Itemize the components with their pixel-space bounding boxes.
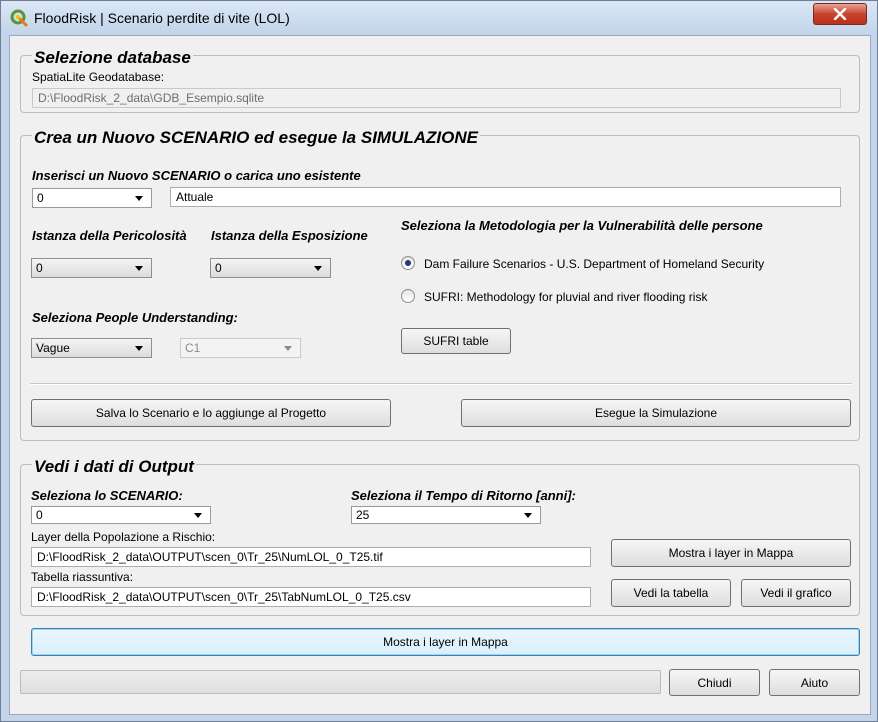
save-scenario-button[interactable]: Salva lo Scenario e lo aggiunge al Proge… (31, 399, 391, 427)
return-period-value: 25 (356, 508, 370, 522)
scenario-name-field[interactable]: Attuale (170, 187, 841, 207)
close-button[interactable]: Chiudi (669, 669, 760, 696)
view-chart-button[interactable]: Vedi il grafico (741, 579, 851, 607)
show-layer-map-button[interactable]: Mostra i layer in Mappa (31, 628, 860, 656)
population-layer-path-field[interactable]: D:\FloodRisk_2_data\OUTPUT\scen_0\Tr_25\… (31, 547, 591, 567)
people-understanding-value: Vague (36, 341, 70, 355)
summary-table-label: Tabella riassuntiva: (31, 570, 134, 584)
scenario-id-value: 0 (37, 191, 44, 205)
output-scenario-label: Seleziona lo SCENARIO: (31, 488, 183, 503)
close-icon (833, 8, 847, 20)
run-simulation-button[interactable]: Esegue la Simulazione (461, 399, 851, 427)
geodatabase-path-field[interactable]: D:\FloodRisk_2_data\GDB_Esempio.sqlite (32, 88, 841, 108)
chevron-down-icon (524, 513, 532, 518)
chevron-down-icon (314, 266, 322, 271)
dialog-client-area: Selezione database SpatiaLite Geodatabas… (9, 35, 871, 715)
hazard-instance-combo[interactable]: 0 (31, 258, 152, 278)
hazard-instance-label: Istanza della Pericolosità (32, 228, 187, 243)
method-sufri-radio[interactable] (401, 289, 415, 303)
exposure-instance-label: Istanza della Esposizione (211, 228, 368, 243)
qgis-logo-icon (10, 9, 28, 27)
window-close-button[interactable] (813, 3, 867, 25)
progress-bar (20, 670, 661, 694)
chevron-down-icon (284, 346, 292, 351)
output-scenario-value: 0 (36, 508, 43, 522)
chevron-down-icon (135, 346, 143, 351)
chevron-down-icon (194, 513, 202, 518)
scenario-group-title: Crea un Nuovo SCENARIO ed esegue la SIMU… (32, 128, 480, 148)
people-understanding-label: Seleziona People Understanding: (32, 310, 238, 325)
return-period-label: Seleziona il Tempo di Ritorno [anni]: (351, 488, 576, 503)
exposure-instance-combo[interactable]: 0 (210, 258, 331, 278)
population-layer-label: Layer della Popolazione a Rischio: (31, 530, 216, 544)
output-group-title: Vedi i dati di Output (32, 457, 196, 477)
method-dam-failure-radio[interactable] (401, 256, 415, 270)
separator-line (30, 383, 852, 385)
view-table-button[interactable]: Vedi la tabella (611, 579, 731, 607)
hazard-instance-value: 0 (36, 261, 43, 275)
output-show-layer-button[interactable]: Mostra i layer in Mappa (611, 539, 851, 567)
insert-scenario-label: Inserisci un Nuovo SCENARIO o carica uno… (32, 168, 361, 183)
people-understanding-combo[interactable]: Vague (31, 338, 152, 358)
method-sufri-label[interactable]: SUFRI: Methodology for pluvial and river… (424, 290, 707, 304)
vulnerability-method-label: Seleziona la Metodologia per la Vulnerab… (401, 218, 763, 233)
help-button[interactable]: Aiuto (769, 669, 860, 696)
method-dam-failure-label[interactable]: Dam Failure Scenarios - U.S. Department … (424, 257, 764, 271)
output-scenario-combo[interactable]: 0 (31, 506, 211, 524)
dialog-window: FloodRisk | Scenario perdite di vite (LO… (0, 0, 878, 722)
database-group-title: Selezione database (32, 48, 193, 68)
summary-table-path-field[interactable]: D:\FloodRisk_2_data\OUTPUT\scen_0\Tr_25\… (31, 587, 591, 607)
geodatabase-label: SpatiaLite Geodatabase: (32, 70, 165, 84)
understanding-code-value: C1 (185, 341, 201, 355)
chevron-down-icon (135, 196, 143, 201)
title-bar: FloodRisk | Scenario perdite di vite (LO… (1, 1, 877, 35)
sufri-table-button[interactable]: SUFRI table (401, 328, 511, 354)
window-title: FloodRisk | Scenario perdite di vite (LO… (34, 10, 290, 26)
chevron-down-icon (135, 266, 143, 271)
return-period-combo[interactable]: 25 (351, 506, 541, 524)
exposure-instance-value: 0 (215, 261, 222, 275)
understanding-code-combo[interactable]: C1 (180, 338, 301, 358)
scenario-id-combo[interactable]: 0 (32, 188, 152, 208)
